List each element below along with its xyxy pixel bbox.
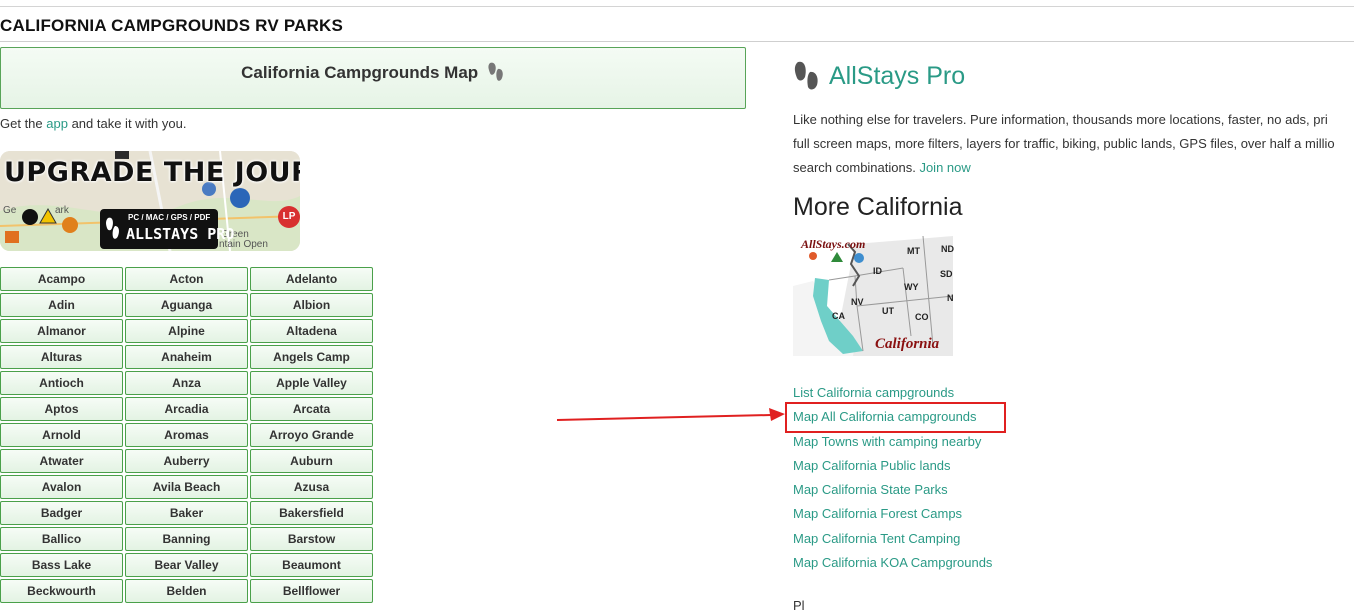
allstays-pro-heading: AllStays Pro (793, 60, 965, 92)
state-label: UT (882, 306, 894, 316)
badge-title: ALLSTAYS PRO (126, 225, 235, 243)
town-button[interactable]: Aguanga (125, 293, 248, 317)
allstays-pro-description: Like nothing else for travelers. Pure in… (793, 108, 1354, 182)
town-button[interactable]: Adin (0, 293, 123, 317)
state-label: WY (904, 282, 919, 292)
town-button[interactable]: Avila Beach (125, 475, 248, 499)
town-button[interactable]: Azusa (250, 475, 373, 499)
town-button[interactable]: Anaheim (125, 345, 248, 369)
state-label: CA (832, 311, 845, 321)
town-button[interactable]: Avalon (0, 475, 123, 499)
california-link[interactable]: Map California Forest Camps (793, 502, 992, 526)
town-button[interactable]: Belden (125, 579, 248, 603)
california-link[interactable]: Map California KOA Campgrounds (793, 551, 992, 575)
town-button[interactable]: Antioch (0, 371, 123, 395)
footprint-icon (488, 62, 503, 81)
description-line: Like nothing else for travelers. Pure in… (793, 112, 1328, 127)
allstays-footprint-icon (794, 61, 818, 90)
california-state-map-image[interactable]: AllStays.com California ND MT SD ID WY N… (793, 235, 954, 356)
town-button[interactable]: Albion (250, 293, 373, 317)
get-app-text: Get the app and take it with you. (0, 116, 186, 131)
town-button[interactable]: Arcata (250, 397, 373, 421)
campgrounds-map-button[interactable]: California Campgrounds Map (0, 47, 746, 109)
town-button[interactable]: Auburn (250, 449, 373, 473)
highlight-annotation (785, 402, 1006, 433)
town-button[interactable]: Acton (125, 267, 248, 291)
map-caption: California (875, 336, 940, 352)
town-button[interactable]: Arcadia (125, 397, 248, 421)
top-divider (0, 6, 1354, 7)
town-button[interactable]: Bellflower (250, 579, 373, 603)
badge-subtitle: PC / MAC / GPS / PDF (128, 213, 211, 222)
join-now-link[interactable]: Join now (919, 160, 970, 175)
town-button[interactable]: Adelanto (250, 267, 373, 291)
get-app-prefix: Get the (0, 116, 47, 131)
town-button[interactable]: Arnold (0, 423, 123, 447)
town-button[interactable]: Bear Valley (125, 553, 248, 577)
lp-marker-icon: LP (278, 206, 300, 228)
town-button[interactable]: Aromas (125, 423, 248, 447)
town-button[interactable]: Alturas (0, 345, 123, 369)
map-brand-text: AllStays.com (801, 237, 866, 251)
town-button[interactable]: Apple Valley (250, 371, 373, 395)
allstays-pro-title[interactable]: AllStays Pro (829, 62, 965, 91)
town-button[interactable]: Bakersfield (250, 501, 373, 525)
town-button[interactable]: Almanor (0, 319, 123, 343)
town-button[interactable]: Alpine (125, 319, 248, 343)
town-button[interactable]: Auberry (125, 449, 248, 473)
map-button-label: California Campgrounds Map (241, 63, 479, 82)
get-app-suffix: and take it with you. (67, 116, 187, 131)
town-button[interactable]: Aptos (0, 397, 123, 421)
town-button-grid: Acampo Acton Adelanto Adin Aguanga Albion Alma… (0, 267, 373, 603)
state-label: MT (907, 246, 920, 256)
town-button[interactable]: Beaumont (250, 553, 373, 577)
california-link[interactable]: Map California Tent Camping (793, 527, 992, 551)
more-california-heading: More California (793, 193, 963, 221)
town-button[interactable]: Baker (125, 501, 248, 525)
town-button[interactable]: Bass Lake (0, 553, 123, 577)
town-button[interactable]: Acampo (0, 267, 123, 291)
town-button[interactable]: Altadena (250, 319, 373, 343)
banner-map-label: Ge (3, 205, 17, 216)
banner-headline: UPGRADE THE JOURNEY (4, 157, 300, 188)
california-link[interactable]: Map Towns with camping nearby (793, 430, 992, 454)
footprint-icon (106, 217, 119, 239)
state-label: ND (941, 244, 954, 254)
town-button[interactable]: Barstow (250, 527, 373, 551)
banner-map-label: ark (55, 205, 69, 216)
town-button[interactable]: Beckwourth (0, 579, 123, 603)
state-label: SD (940, 269, 953, 279)
partially-visible-text: Pl (793, 598, 805, 613)
town-button[interactable]: Badger (0, 501, 123, 525)
description-line: search combinations. (793, 160, 920, 175)
town-button[interactable]: Arroyo Grande (250, 423, 373, 447)
town-button[interactable]: Banning (125, 527, 248, 551)
state-label: N (947, 293, 954, 303)
state-label: ID (873, 266, 882, 276)
california-link[interactable]: Map California State Parks (793, 478, 992, 502)
app-link[interactable]: app (46, 116, 68, 131)
page-title: CALIFORNIA CAMPGROUNDS RV PARKS (0, 16, 344, 35)
town-button[interactable]: Ballico (0, 527, 123, 551)
california-link[interactable]: Map California Public lands (793, 454, 992, 478)
description-line: full screen maps, more filters, layers f… (793, 136, 1335, 151)
title-divider (0, 41, 1354, 42)
town-button[interactable]: Angels Camp (250, 345, 373, 369)
allstays-pro-badge: PC / MAC / GPS / PDF ALLSTAYS PRO (100, 209, 234, 249)
state-label: NV (851, 297, 864, 307)
town-button[interactable]: Atwater (0, 449, 123, 473)
town-button[interactable]: Anza (125, 371, 248, 395)
state-label: CO (915, 312, 929, 322)
annotation-arrow-icon (556, 408, 785, 421)
